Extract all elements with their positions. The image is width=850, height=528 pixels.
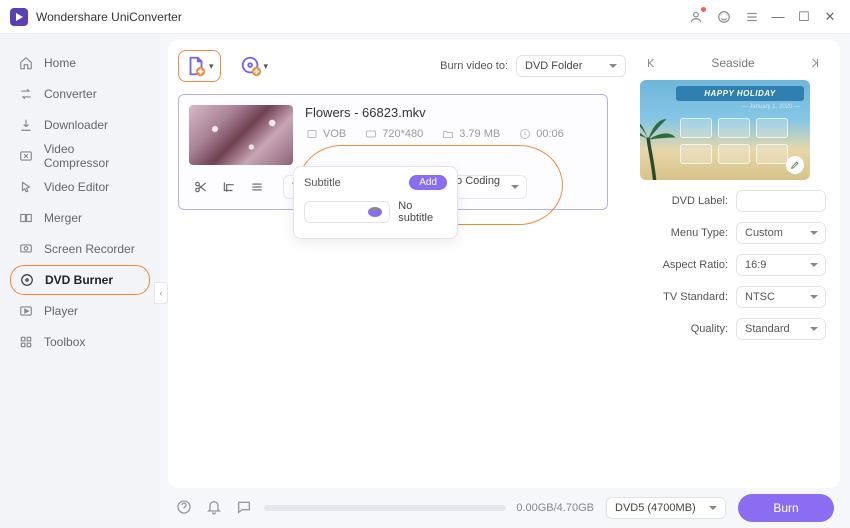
- support-icon[interactable]: [714, 7, 734, 27]
- template-next-button[interactable]: [806, 54, 824, 72]
- sidebar-item-label: Video Editor: [44, 180, 109, 194]
- file-size: 3.79 MB: [459, 128, 500, 140]
- template-tiles: [680, 118, 788, 164]
- sidebar-item-dvd-burner[interactable]: DVD Burner: [10, 265, 150, 295]
- merger-icon: [18, 210, 34, 226]
- help-icon[interactable]: [176, 499, 192, 518]
- chevron-down-icon: ▾: [264, 61, 269, 72]
- file-title: Flowers - 66823.mkv: [305, 105, 597, 120]
- tv-standard-select[interactable]: NTSC: [736, 286, 826, 308]
- add-file-button[interactable]: ▾: [178, 50, 221, 82]
- sidebar-item-label: Home: [44, 56, 76, 70]
- file-add-icon: [185, 55, 207, 77]
- dvd-label-input[interactable]: [736, 190, 826, 212]
- minimize-button[interactable]: —: [768, 9, 788, 24]
- footer: 0.00GB/4.70GB DVD5 (4700MB) Burn: [160, 488, 850, 528]
- quality-select[interactable]: Standard: [736, 318, 826, 340]
- sidebar: Home Converter Downloader Video Compress…: [0, 34, 160, 528]
- sidebar-item-player[interactable]: Player: [10, 296, 150, 326]
- aspect-ratio-label: Aspect Ratio:: [656, 259, 728, 271]
- file-duration: 00:06: [536, 128, 564, 140]
- download-icon: [18, 117, 34, 133]
- capacity-text: 0.00GB/4.70GB: [516, 502, 594, 514]
- subtitle-option-none[interactable]: No subtitle: [302, 196, 449, 228]
- add-disc-button[interactable]: ▾: [233, 50, 276, 82]
- right-panel: Seaside HAPPY HOLIDAY — January 1, 2020 …: [640, 40, 840, 488]
- compressor-icon: [18, 148, 34, 164]
- template-name: Seaside: [711, 56, 754, 70]
- palm-icon: [640, 114, 678, 180]
- template-preview[interactable]: HAPPY HOLIDAY — January 1, 2020 —: [640, 80, 810, 180]
- crop-button[interactable]: [217, 176, 241, 198]
- resolution-icon: [364, 128, 377, 140]
- sidebar-item-downloader[interactable]: Downloader: [10, 110, 150, 140]
- sidebar-item-toolbox[interactable]: Toolbox: [10, 327, 150, 357]
- radio-selected-icon: [304, 201, 390, 223]
- sidebar-item-label: Toolbox: [44, 335, 85, 349]
- app-logo: [10, 8, 28, 26]
- file-format: VOB: [323, 128, 346, 140]
- close-button[interactable]: ✕: [820, 9, 840, 25]
- maximize-button[interactable]: ☐: [794, 9, 814, 25]
- toolbox-icon: [18, 334, 34, 350]
- template-date: — January 1, 2020 —: [742, 104, 800, 110]
- sidebar-item-label: Downloader: [44, 118, 108, 132]
- sidebar-item-label: DVD Burner: [45, 273, 113, 287]
- template-banner: HAPPY HOLIDAY: [676, 86, 804, 101]
- account-icon[interactable]: [686, 7, 706, 27]
- sidebar-item-label: Screen Recorder: [44, 242, 135, 256]
- converter-icon: [18, 86, 34, 102]
- chevron-down-icon: ▾: [209, 61, 214, 72]
- video-thumbnail[interactable]: [189, 105, 293, 165]
- sidebar-item-home[interactable]: Home: [10, 48, 150, 78]
- more-options-button[interactable]: [245, 176, 269, 198]
- notification-icon[interactable]: [206, 499, 222, 518]
- burn-to-select[interactable]: DVD Folder: [516, 55, 626, 77]
- quality-label: Quality:: [656, 323, 728, 335]
- editor-icon: [18, 179, 34, 195]
- folder-icon: [441, 128, 454, 140]
- menu-type-label: Menu Type:: [656, 227, 728, 239]
- home-icon: [18, 55, 34, 71]
- subtitle-popup: Subtitle Add No subtitle: [293, 166, 458, 239]
- subtitle-add-button[interactable]: Add: [409, 175, 447, 190]
- disc-add-icon: [240, 55, 262, 77]
- sidebar-item-editor[interactable]: Video Editor: [10, 172, 150, 202]
- menu-type-select[interactable]: Custom: [736, 222, 826, 244]
- clock-icon: [518, 128, 531, 140]
- disc-icon: [19, 272, 35, 288]
- file-resolution: 720*480: [382, 128, 423, 140]
- trim-button[interactable]: [189, 176, 213, 198]
- sidebar-item-converter[interactable]: Converter: [10, 79, 150, 109]
- player-icon: [18, 303, 34, 319]
- sidebar-item-label: Merger: [44, 211, 82, 225]
- burn-to-label: Burn video to:: [440, 60, 508, 72]
- sidebar-item-label: Video Compressor: [44, 142, 142, 170]
- tv-standard-label: TV Standard:: [656, 291, 728, 303]
- app-title: Wondershare UniConverter: [36, 10, 182, 24]
- format-icon: [305, 128, 318, 140]
- disc-type-select[interactable]: DVD5 (4700MB): [606, 497, 726, 519]
- feedback-icon[interactable]: [236, 499, 252, 518]
- sidebar-item-compressor[interactable]: Video Compressor: [10, 141, 150, 171]
- sidebar-collapse-toggle[interactable]: ‹: [154, 282, 168, 304]
- sidebar-item-recorder[interactable]: Screen Recorder: [10, 234, 150, 264]
- capacity-bar: [264, 505, 506, 511]
- sidebar-item-merger[interactable]: Merger: [10, 203, 150, 233]
- sidebar-item-label: Converter: [44, 87, 97, 101]
- title-bar: Wondershare UniConverter — ☐ ✕: [0, 0, 850, 34]
- menu-icon[interactable]: [742, 7, 762, 27]
- sidebar-item-label: Player: [44, 304, 78, 318]
- recorder-icon: [18, 241, 34, 257]
- aspect-ratio-select[interactable]: 16:9: [736, 254, 826, 276]
- dvd-label-label: DVD Label:: [656, 195, 728, 207]
- subtitle-popup-heading: Subtitle: [304, 177, 341, 189]
- burn-button[interactable]: Burn: [738, 494, 834, 522]
- template-prev-button[interactable]: [642, 54, 660, 72]
- template-edit-button[interactable]: [786, 156, 804, 174]
- center-panel: ▾ ▾ Burn video to: DVD Folder: [168, 40, 640, 488]
